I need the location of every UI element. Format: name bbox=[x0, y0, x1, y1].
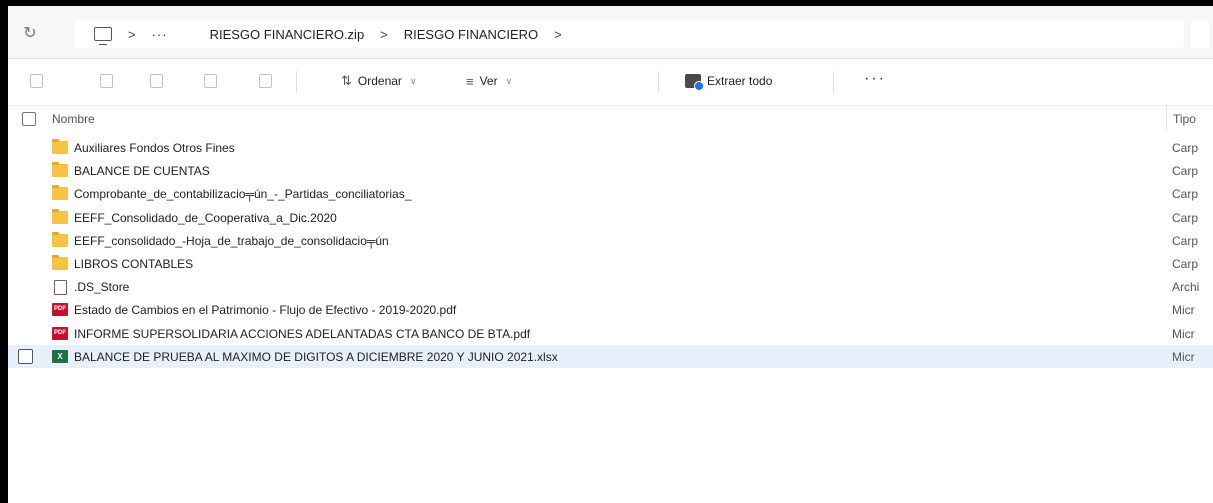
copy-icon[interactable] bbox=[150, 74, 163, 88]
file-type: Carp bbox=[1172, 233, 1199, 248]
refresh-icon[interactable]: ↻ bbox=[20, 24, 40, 44]
address-field[interactable]: > ··· RIESGO FINANCIERO.zip > RIESGO FIN… bbox=[74, 20, 1184, 48]
column-header: Nombre Tipo bbox=[8, 106, 1213, 132]
file-name: .DS_Store bbox=[74, 280, 130, 295]
row-checkbox[interactable] bbox=[18, 348, 33, 364]
file-row[interactable]: EEFF_consolidado_-Hoja_de_trabajo_de_con… bbox=[8, 229, 1213, 252]
file-type: Micr bbox=[1172, 326, 1195, 341]
file-type: Carp bbox=[1172, 187, 1199, 202]
file-name: BALANCE DE PRUEBA AL MAXIMO DE DIGITOS A… bbox=[74, 349, 558, 364]
cut-icon[interactable] bbox=[100, 74, 113, 88]
this-pc-icon[interactable] bbox=[94, 27, 112, 45]
breadcrumb-overflow[interactable]: ··· bbox=[152, 27, 168, 42]
share-icon[interactable] bbox=[204, 74, 217, 88]
file-type: Carp bbox=[1172, 141, 1199, 155]
toolbar-divider bbox=[296, 71, 297, 93]
column-name-header[interactable]: Nombre bbox=[52, 112, 95, 126]
excel-icon: X bbox=[52, 349, 68, 363]
folder-icon bbox=[52, 231, 68, 247]
file-row[interactable]: EEFF_Consolidado_de_Cooperativa_a_Dic.20… bbox=[8, 206, 1213, 229]
chevron-right-icon[interactable]: > bbox=[554, 27, 562, 42]
extract-icon bbox=[685, 74, 704, 91]
file-name: EEFF_Consolidado_de_Cooperativa_a_Dic.20… bbox=[74, 210, 337, 225]
chevron-down-icon: ∨ bbox=[505, 75, 513, 86]
file-explorer-window: ↻ > ··· RIESGO FINANCIERO.zip > RIESGO F… bbox=[8, 6, 1213, 503]
chevron-right-icon: > bbox=[380, 26, 388, 42]
view-list-icon: ≡ bbox=[466, 73, 474, 89]
file-row[interactable]: X BALANCE DE PRUEBA AL MAXIMO DE DIGITOS … bbox=[8, 344, 1213, 368]
toolbar-divider bbox=[833, 71, 834, 93]
folder-icon bbox=[52, 208, 68, 224]
pdf-icon: PDF bbox=[52, 303, 68, 317]
delete-icon[interactable] bbox=[259, 74, 272, 88]
file-name: Estado de Cambios en el Patrimonio - Flu… bbox=[74, 303, 457, 318]
file-row[interactable]: PDF INFORME SUPERSOLIDARIA ACCIONES ADELA… bbox=[8, 322, 1213, 345]
folder-icon bbox=[52, 162, 68, 178]
folder-icon bbox=[52, 254, 68, 270]
breadcrumb: > ··· RIESGO FINANCIERO.zip > RIESGO FIN… bbox=[94, 20, 578, 48]
select-all-checkbox[interactable] bbox=[22, 112, 36, 126]
file-icon bbox=[54, 280, 67, 296]
chevron-right-icon: > bbox=[128, 26, 136, 42]
file-type: Archi bbox=[1172, 280, 1200, 295]
folder-icon bbox=[52, 185, 68, 201]
toolbar-divider bbox=[658, 71, 659, 93]
file-type: Micr bbox=[1172, 349, 1195, 364]
file-type: Micr bbox=[1172, 303, 1195, 318]
chevron-down-icon: ∨ bbox=[409, 75, 417, 86]
sort-button[interactable]: ⇅ Ordenar ∨ bbox=[341, 70, 417, 92]
file-type: Carp bbox=[1172, 210, 1199, 225]
file-row[interactable]: LIBROS CONTABLES Carp bbox=[8, 252, 1213, 275]
file-list: Auxiliares Fondos Otros Fines Carp BALANCE… bbox=[8, 136, 1213, 368]
column-type-header[interactable]: Tipo bbox=[1166, 106, 1213, 132]
file-row[interactable]: PDF Estado de Cambios en el Patrimonio - … bbox=[8, 298, 1213, 321]
breadcrumb-folder[interactable]: RIESGO FINANCIERO bbox=[404, 27, 538, 42]
file-name: INFORME SUPERSOLIDARIA ACCIONES ADELANTA… bbox=[74, 326, 531, 341]
search-field[interactable] bbox=[1191, 20, 1209, 48]
file-row[interactable]: BALANCE DE CUENTAS Carp bbox=[8, 159, 1213, 182]
view-button[interactable]: ≡ Ver ∨ bbox=[466, 70, 512, 92]
pdf-icon: PDF bbox=[52, 326, 68, 340]
file-name: BALANCE DE CUENTAS bbox=[74, 164, 210, 179]
sort-label: Ordenar bbox=[357, 74, 402, 88]
sort-icon: ⇅ bbox=[341, 73, 352, 88]
file-name: Auxiliares Fondos Otros Fines bbox=[74, 141, 235, 155]
view-label: Ver bbox=[479, 74, 498, 88]
file-name: EEFF_consolidado_-Hoja_de_trabajo_de_con… bbox=[74, 233, 389, 248]
file-row[interactable]: .DS_Store Archi bbox=[8, 275, 1213, 298]
extract-all-button[interactable]: Extraer todo bbox=[685, 70, 772, 92]
file-type: Carp bbox=[1172, 164, 1199, 179]
more-options-button[interactable]: ··· bbox=[864, 70, 886, 88]
command-bar: ⇅ Ordenar ∨ ≡ Ver ∨ Extraer todo ··· bbox=[8, 59, 1213, 106]
file-type: Carp bbox=[1172, 256, 1199, 271]
folder-icon bbox=[52, 139, 68, 154]
breadcrumb-zip[interactable]: RIESGO FINANCIERO.zip bbox=[210, 27, 365, 42]
file-row[interactable]: Comprobante_de_contabilizacio╤ún_-_Parti… bbox=[8, 182, 1213, 205]
extract-label: Extraer todo bbox=[707, 74, 773, 88]
address-bar: ↻ > ··· RIESGO FINANCIERO.zip > RIESGO F… bbox=[8, 6, 1213, 59]
file-row[interactable]: Auxiliares Fondos Otros Fines Carp bbox=[8, 136, 1213, 159]
file-name: LIBROS CONTABLES bbox=[74, 256, 194, 271]
new-icon[interactable] bbox=[30, 74, 43, 88]
file-name: Comprobante_de_contabilizacio╤ún_-_Parti… bbox=[74, 187, 412, 202]
